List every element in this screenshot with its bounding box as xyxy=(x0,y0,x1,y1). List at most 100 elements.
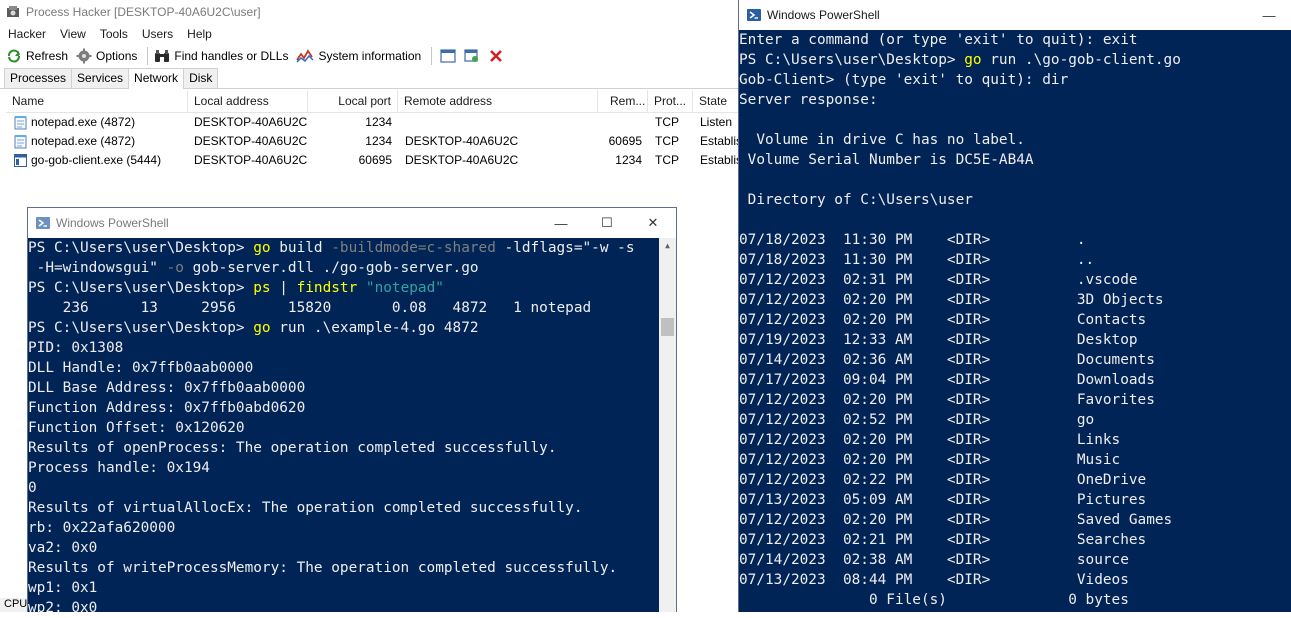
find-handles-button[interactable]: Find handles or DLLs xyxy=(152,45,294,67)
column-header-remote-address[interactable]: Remote address xyxy=(398,90,598,112)
row-name-cell: notepad.exe (4872) xyxy=(6,113,188,132)
terminal-line: 07/13/2023 05:09 AM <DIR> Pictures xyxy=(739,492,1147,508)
process-name: go-gob-client.exe (5444) xyxy=(31,153,162,167)
close-button[interactable]: ✕ xyxy=(630,208,676,238)
process-hacker-app-icon xyxy=(7,6,19,17)
column-header-local-port[interactable]: Local port xyxy=(308,90,398,112)
terminal-line: Process handle: 0x194 xyxy=(28,460,210,476)
refresh-icon xyxy=(8,49,20,63)
process-hacker-titlebar[interactable]: Process Hacker [DESKTOP-40A6U2C\user] xyxy=(0,0,740,24)
options-label: Options xyxy=(96,49,138,63)
window-icon[interactable] xyxy=(439,47,457,65)
table-row[interactable]: notepad.exe (4872) DESKTOP-40A6U2C 1234 … xyxy=(6,132,742,151)
terminal-line: 0 xyxy=(28,480,37,496)
terminal-line: PID: 0x1308 xyxy=(28,340,124,356)
close-icon[interactable] xyxy=(487,47,505,65)
terminal-line: 07/12/2023 02:20 PM <DIR> Links xyxy=(739,432,1121,448)
menu-help[interactable]: Help xyxy=(179,27,218,41)
terminal-line: Gob-Client> (type 'exit' to quit): dir xyxy=(739,72,1069,88)
menu-tools[interactable]: Tools xyxy=(92,27,134,41)
terminal-line: DLL Handle: 0x7ffb0aab0000 xyxy=(28,360,254,376)
column-header-local-address[interactable]: Local address xyxy=(188,90,308,112)
tab-network[interactable]: Network xyxy=(128,68,185,89)
find-window-icon[interactable] xyxy=(463,47,481,65)
terminal-line: 07/12/2023 02:52 PM <DIR> go xyxy=(739,412,1095,428)
maximize-button[interactable]: ☐ xyxy=(584,208,630,238)
remote-port-cell xyxy=(598,113,648,132)
options-button[interactable]: Options xyxy=(74,45,143,67)
menu-users[interactable]: Users xyxy=(134,27,179,41)
vertical-scrollbar[interactable]: ▲ xyxy=(659,238,676,612)
binoculars-icon xyxy=(155,50,170,62)
tab-processes[interactable]: Processes xyxy=(4,68,73,88)
terminal-line: 07/12/2023 02:20 PM <DIR> Saved Games xyxy=(739,512,1173,528)
refresh-button[interactable]: Refresh xyxy=(4,45,74,67)
terminal-line: 07/12/2023 02:20 PM <DIR> Music xyxy=(739,452,1121,468)
window-title: Windows PowerShell xyxy=(56,216,169,230)
local-port-cell: 1234 xyxy=(365,115,392,129)
terminal-line: PS C:\Users\user\Desktop> ps | findstr "… xyxy=(28,280,444,296)
scrollbar-thumb[interactable] xyxy=(661,318,674,336)
table-row[interactable]: notepad.exe (4872) DESKTOP-40A6U2C 1234 … xyxy=(6,113,740,132)
powershell-titlebar[interactable]: Windows PowerShell — xyxy=(739,0,1291,30)
local-address-cell: DESKTOP-40A6U2C xyxy=(194,153,308,167)
terminal-line: Function Offset: 0x120620 xyxy=(28,420,245,436)
local-port-cell: 1234 xyxy=(365,134,392,148)
scroll-up-arrow-icon[interactable]: ▲ xyxy=(659,238,676,254)
terminal-line: wp1: 0x1 xyxy=(28,580,98,596)
tab-disk[interactable]: Disk xyxy=(183,68,219,88)
toolbar-separator xyxy=(431,47,433,65)
terminal-line: 07/14/2023 02:36 AM <DIR> Documents xyxy=(739,352,1155,368)
powershell-window-right: Windows PowerShell — Enter a command (or… xyxy=(738,0,1291,612)
terminal-line: 07/17/2023 09:04 PM <DIR> Downloads xyxy=(739,372,1155,388)
terminal-line: Results of virtualAllocEx: The operation… xyxy=(28,500,583,516)
terminal-line: rb: 0x22afa620000 xyxy=(28,520,176,536)
terminal-output: PS C:\Users\user\Desktop> go build -buil… xyxy=(28,238,676,618)
tab-services[interactable]: Services xyxy=(71,68,130,88)
window-title: Windows PowerShell xyxy=(767,8,880,22)
column-header-name[interactable]: Name xyxy=(6,90,188,112)
terminal-line: 07/12/2023 02:22 PM <DIR> OneDrive xyxy=(739,472,1147,488)
terminal-line: 07/12/2023 02:20 PM <DIR> Favorites xyxy=(739,392,1155,408)
terminal-line: PS C:\Users\user\Desktop> go run .\go-go… xyxy=(739,52,1181,68)
toolbar-separator xyxy=(147,47,149,65)
terminal-line: -H=windowsgui" -o gob-server.dll ./go-go… xyxy=(28,260,479,276)
terminal-line: Volume in drive C has no label. xyxy=(739,132,1025,148)
terminal-line: Function Address: 0x7ffb0abd0620 xyxy=(28,400,306,416)
system-information-button[interactable]: System information xyxy=(294,45,427,67)
terminal-output: Enter a command (or type 'exit' to quit)… xyxy=(739,30,1291,610)
powershell-titlebar[interactable]: Windows PowerShell — ☐ ✕ xyxy=(28,208,676,238)
terminal-line: Volume Serial Number is DC5E-AB4A xyxy=(739,152,1034,168)
gear-icon xyxy=(76,48,92,64)
protocol-cell: TCP xyxy=(655,153,679,167)
terminal-line: 07/12/2023 02:20 PM <DIR> Contacts xyxy=(739,312,1147,328)
remote-address-cell xyxy=(398,113,598,132)
notepad-icon xyxy=(14,134,27,148)
menu-hacker[interactable]: Hacker xyxy=(0,27,52,41)
column-header-remote-port[interactable]: Rem... xyxy=(598,90,648,112)
table-row[interactable]: go-gob-client.exe (5444) DESKTOP-40A6U2C… xyxy=(6,151,742,170)
terminal-line: DLL Base Address: 0x7ffb0aab0000 xyxy=(28,380,306,396)
minimize-button[interactable]: — xyxy=(538,208,584,238)
terminal-line: Server response: xyxy=(739,92,878,108)
menu-bar: Hacker View Tools Users Help xyxy=(0,24,740,44)
terminal-line: 07/12/2023 02:21 PM <DIR> Searches xyxy=(739,532,1147,548)
terminal-line: Enter a command (or type 'exit' to quit)… xyxy=(739,32,1138,48)
local-port-cell: 60695 xyxy=(358,153,392,167)
powershell-window-left: Windows PowerShell — ☐ ✕ PS C:\Users\use… xyxy=(27,207,677,616)
terminal-line: 0 File(s) 0 bytes xyxy=(739,592,1129,608)
terminal-line: PS C:\Users\user\Desktop> go run .\examp… xyxy=(28,320,479,336)
terminal-line: Directory of C:\Users\user xyxy=(739,192,973,208)
menu-view[interactable]: View xyxy=(52,27,92,41)
protocol-cell: TCP xyxy=(655,115,679,129)
column-header-protocol[interactable]: Prot... xyxy=(648,90,693,112)
terminal-line: 07/18/2023 11:30 PM <DIR> .. xyxy=(739,252,1095,268)
minimize-button[interactable]: — xyxy=(1246,0,1291,30)
powershell-icon xyxy=(36,217,50,229)
terminal-line: wp2: 0x0 xyxy=(28,600,98,616)
row-name-cell: go-gob-client.exe (5444) xyxy=(6,151,188,170)
terminal-line: 07/12/2023 02:31 PM <DIR> .vscode xyxy=(739,272,1138,288)
